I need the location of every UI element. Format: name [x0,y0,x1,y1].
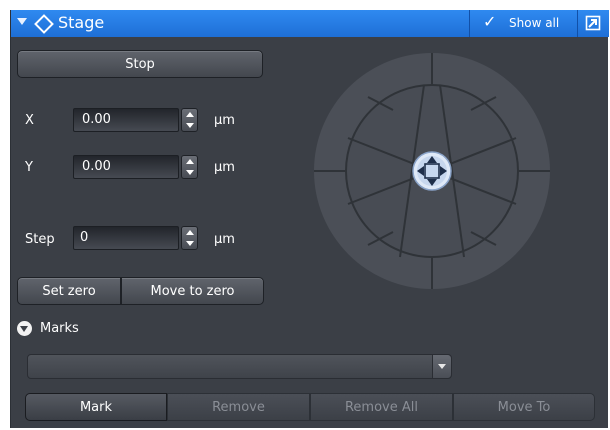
show-all-check-icon[interactable]: ✓ [483,12,496,31]
titlebar-divider [577,10,578,37]
x-label: X [25,113,34,128]
stage-titlebar[interactable]: Stage ✓ Show all [11,10,609,37]
triangle-down-icon[interactable] [17,18,27,25]
y-spinner[interactable] [181,155,198,179]
move-to-button[interactable]: Move To [453,393,595,421]
chevron-down-icon[interactable] [432,355,451,378]
set-zero-button[interactable]: Set zero [17,277,121,305]
stop-button[interactable]: Stop [17,50,263,78]
step-input[interactable]: 0 [73,226,179,250]
stage-panel: Stage ✓ Show all Stop X 0.00 µm Y 0.00 µ… [10,10,609,428]
panel-title: Stage [58,13,105,32]
mark-button[interactable]: Mark [25,393,167,421]
four-way-arrow-icon [412,151,452,191]
y-unit: µm [214,160,235,175]
remove-all-button[interactable]: Remove All [310,393,453,421]
x-spinner[interactable] [181,108,198,132]
step-label: Step [25,232,55,247]
y-input[interactable]: 0.00 [73,155,179,179]
step-spinner[interactable] [181,226,198,250]
diamond-icon [34,14,54,34]
marks-label: Marks [40,321,79,336]
marks-expand-icon[interactable] [17,321,32,336]
marks-dropdown[interactable] [27,354,452,379]
move-to-zero-button[interactable]: Move to zero [121,277,264,305]
step-unit: µm [214,232,235,247]
y-label: Y [25,160,33,175]
undock-icon[interactable] [585,15,601,31]
titlebar-divider [469,10,470,37]
x-unit: µm [214,113,235,128]
remove-button[interactable]: Remove [167,393,310,421]
x-input[interactable]: 0.00 [73,108,179,132]
show-all-label[interactable]: Show all [509,16,559,30]
joystick-wheel-icon[interactable] [313,52,551,290]
